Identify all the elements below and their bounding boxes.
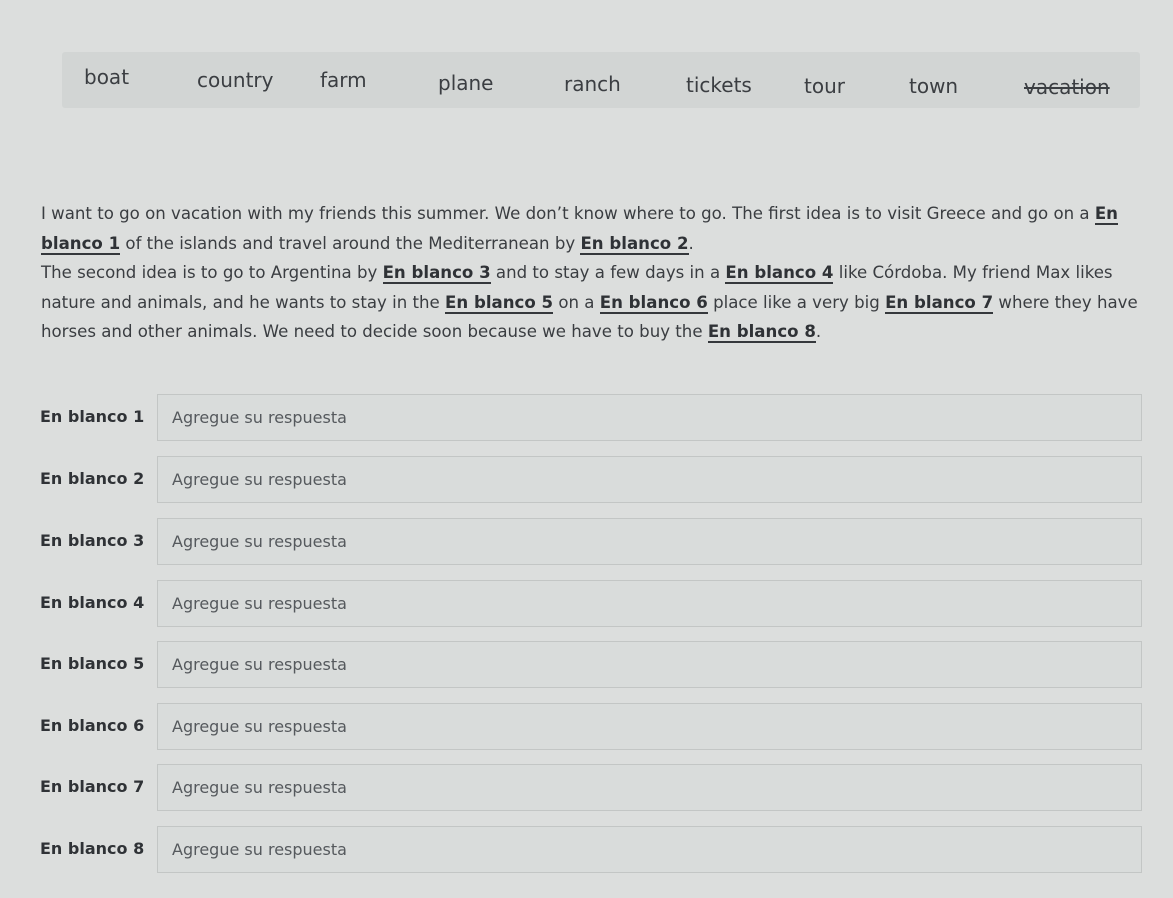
blank-ref-3[interactable]: En blanco 3 <box>382 263 491 284</box>
answer-input-6[interactable] <box>157 703 1142 750</box>
word-chip-country[interactable]: country <box>197 68 273 92</box>
word-chip-tour[interactable]: tour <box>804 74 845 98</box>
answer-label-3: En blanco 3 <box>40 531 145 550</box>
word-chip-ranch[interactable]: ranch <box>564 72 621 96</box>
answer-input-5[interactable] <box>157 641 1142 688</box>
answer-row-8: En blanco 8 <box>0 826 1173 874</box>
answer-input-3[interactable] <box>157 518 1142 565</box>
answer-row-6: En blanco 6 <box>0 703 1173 751</box>
answer-input-2[interactable] <box>157 456 1142 503</box>
answer-label-5: En blanco 5 <box>40 654 145 673</box>
word-chip-town[interactable]: town <box>909 74 958 98</box>
blank-ref-4[interactable]: En blanco 4 <box>725 263 834 284</box>
passage-text: I want to go on vacation with my friends… <box>41 199 1151 347</box>
passage-segment: on a <box>553 292 600 312</box>
passage-segment: and to stay a few days in a <box>490 263 726 282</box>
answer-label-7: En blanco 7 <box>40 777 145 796</box>
answer-label-6: En blanco 6 <box>40 716 145 735</box>
answer-row-4: En blanco 4 <box>0 580 1173 628</box>
answer-row-5: En blanco 5 <box>0 641 1173 689</box>
word-bank: boat country farm plane ranch tickets to… <box>62 52 1140 108</box>
answer-row-7: En blanco 7 <box>0 764 1173 812</box>
blank-ref-5[interactable]: En blanco 5 <box>445 292 554 314</box>
blank-ref-1-part-b: blanco 1 <box>41 233 121 253</box>
answer-input-7[interactable] <box>157 764 1142 811</box>
word-chip-farm[interactable]: farm <box>320 68 367 92</box>
blank-ref-7[interactable]: En blanco 7 <box>885 292 994 314</box>
answer-input-4[interactable] <box>157 580 1142 627</box>
answer-label-1: En blanco 1 <box>40 407 145 426</box>
answer-label-4: En blanco 4 <box>40 593 145 612</box>
word-chip-plane[interactable]: plane <box>438 71 494 95</box>
word-chip-boat[interactable]: boat <box>84 65 129 89</box>
answer-label-2: En blanco 2 <box>40 469 145 488</box>
answer-label-8: En blanco 8 <box>40 839 145 858</box>
answer-input-8[interactable] <box>157 826 1142 873</box>
passage-segment: of the islands and travel around the Med… <box>120 233 581 253</box>
passage-segment: . <box>815 322 822 341</box>
word-chip-tickets[interactable]: tickets <box>686 73 752 97</box>
blank-ref-2[interactable]: En blanco 2 <box>580 233 689 255</box>
blank-ref-8[interactable]: En blanco 8 <box>707 322 816 343</box>
passage-segment: place like a very big <box>707 292 886 312</box>
answer-row-2: En blanco 2 <box>0 456 1173 504</box>
answer-row-3: En blanco 3 <box>0 518 1173 566</box>
answer-row-1: En blanco 1 <box>0 394 1173 442</box>
passage-segment: . <box>688 233 694 253</box>
passage-segment: I want to go on vacation with my friends… <box>41 204 1095 223</box>
passage-segment: The second idea is to go to Argentina by <box>41 263 383 282</box>
blank-ref-1-part-a: En <box>1094 204 1118 223</box>
word-chip-vacation[interactable]: vacation <box>1024 75 1110 99</box>
blank-ref-6[interactable]: En blanco 6 <box>599 292 708 314</box>
answer-input-1[interactable] <box>157 394 1142 441</box>
